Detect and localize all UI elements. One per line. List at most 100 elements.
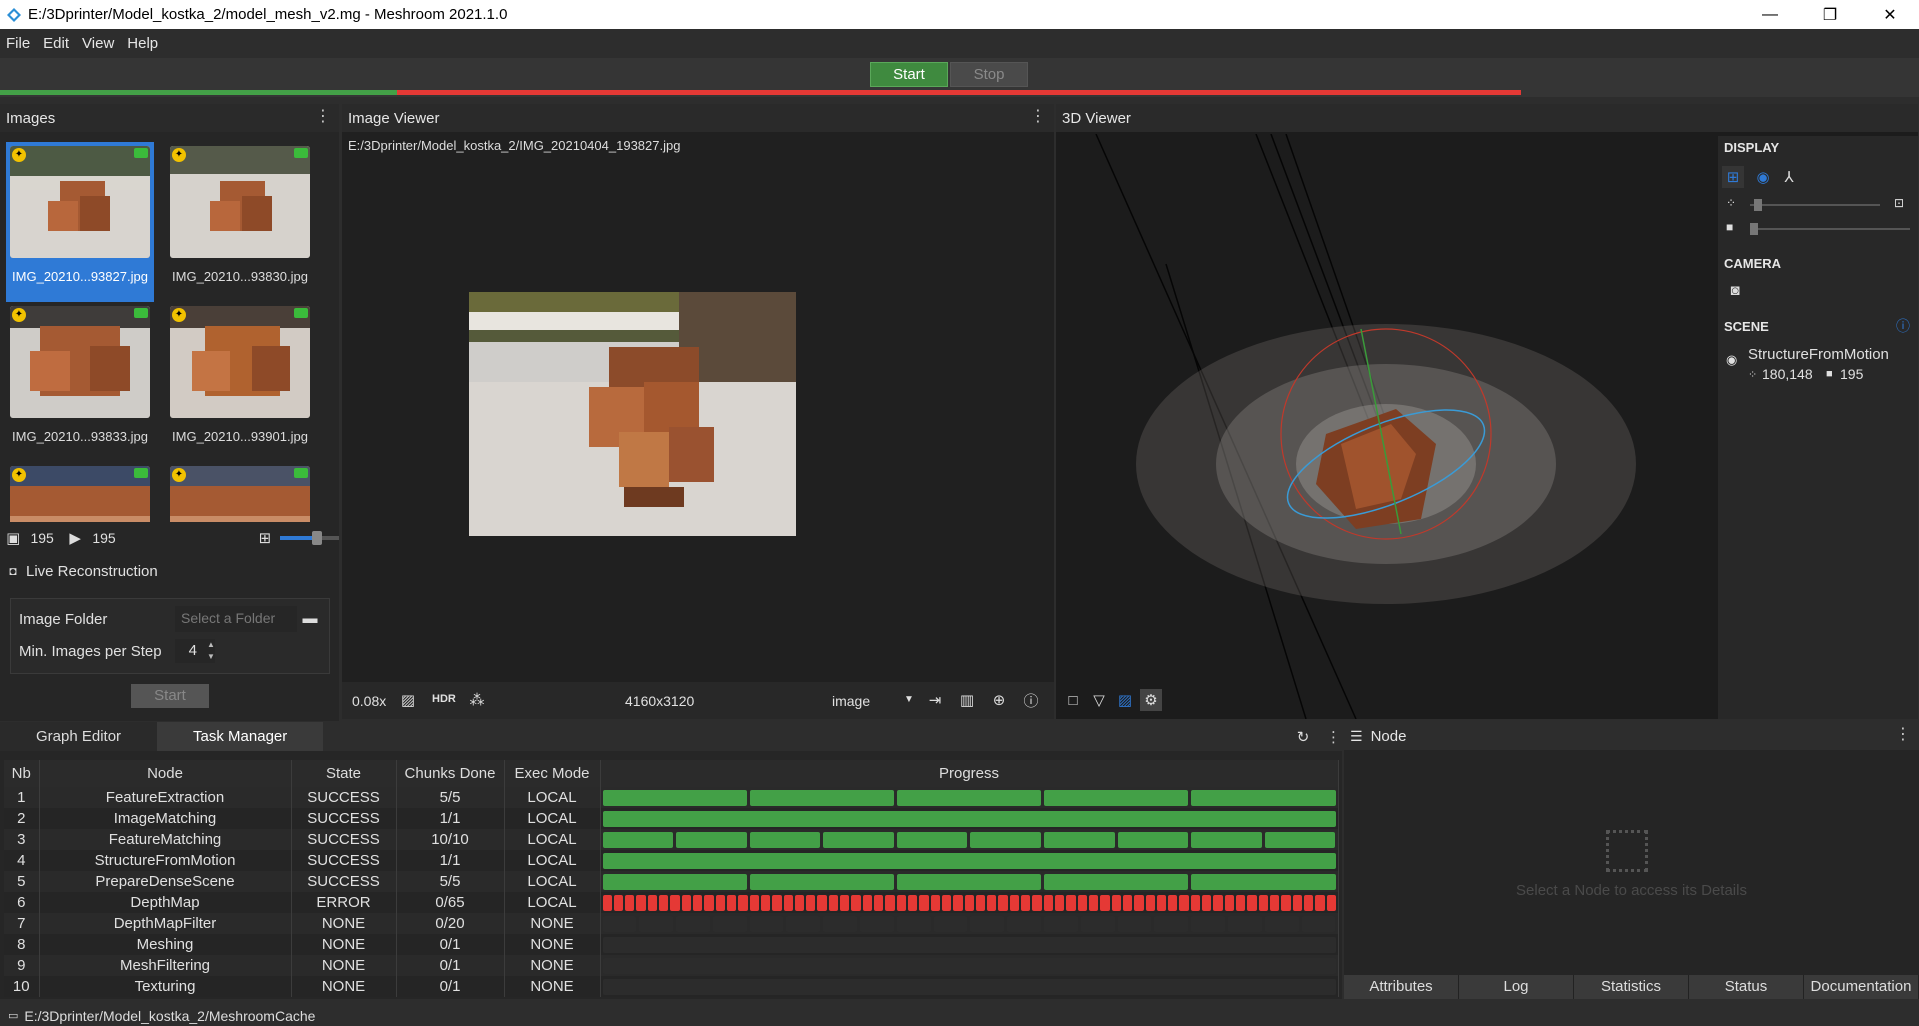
point-size-slider[interactable] <box>1750 199 1880 211</box>
export-icon[interactable]: ⇥ <box>924 689 946 711</box>
progress-chunk <box>1264 915 1299 932</box>
menu-file[interactable]: File <box>0 35 37 52</box>
progress-chunk <box>1191 789 1336 806</box>
histogram-icon[interactable]: ▥ <box>956 689 978 711</box>
progress-chunk <box>786 915 821 932</box>
refresh-icon[interactable]: ↻ <box>1292 726 1314 748</box>
scene-info-icon[interactable]: ⓘ <box>1896 316 1910 336</box>
table-row[interactable]: 10 Texturing NONE 0/1 NONE <box>4 976 1339 997</box>
progress-chunk <box>896 831 968 848</box>
stop-button[interactable]: Stop <box>950 62 1028 87</box>
image-thumbnail[interactable]: ✦ IMG_20210...93901.jpg <box>166 302 314 462</box>
start-button[interactable]: Start <box>870 62 948 87</box>
bounding-box-icon[interactable]: □ <box>1062 689 1084 711</box>
image-thumbnail[interactable]: ✦ <box>6 462 154 522</box>
chevron-down-icon[interactable]: ▼ <box>904 694 914 705</box>
minimize-button[interactable]: — <box>1740 0 1800 29</box>
axis-gizmo-icon[interactable]: ⅄ <box>1778 166 1800 188</box>
image-thumbnail[interactable]: ✦ IMG_20210...93827.jpg <box>6 142 154 302</box>
image-thumbnail[interactable]: ✦ <box>166 462 314 522</box>
image-viewer-header: Image Viewer <box>342 104 1054 132</box>
menu-help[interactable]: Help <box>121 35 165 52</box>
node-tabs: Attributes Log Statistics Status Documen… <box>1344 975 1919 999</box>
progress-chunk <box>772 894 782 911</box>
column-header: Progress <box>600 760 1339 787</box>
images-footer: ▣ 195 ▶ 195 ⊞ <box>0 526 339 550</box>
display-mode-select[interactable]: image <box>832 693 870 709</box>
cell-chunks: 5/5 <box>396 787 505 808</box>
table-row[interactable]: 4 StructureFromMotion SUCCESS 1/1 LOCAL <box>4 850 1339 871</box>
table-row[interactable]: 8 Meshing NONE 0/1 NONE <box>4 934 1339 955</box>
close-button[interactable]: ✕ <box>1860 0 1919 29</box>
camera-reconstructed-icon <box>294 148 308 158</box>
hdr-toggle[interactable]: HDR <box>432 693 456 705</box>
folder-icon[interactable]: ▬ <box>299 607 321 629</box>
menu-edit[interactable]: Edit <box>37 35 76 52</box>
image-viewer-menu-icon[interactable]: ⋮ <box>1030 109 1046 125</box>
image-thumbnail[interactable]: ✦ IMG_20210...93833.jpg <box>6 302 154 462</box>
grid-icon[interactable]: ▨ <box>1114 689 1136 711</box>
filter-icon[interactable]: ▽ <box>1088 689 1110 711</box>
node-placeholder-icon <box>1606 830 1648 872</box>
thumbnail-size-icon[interactable]: ⊞ <box>256 527 274 549</box>
table-row[interactable]: 2 ImageMatching SUCCESS 1/1 LOCAL <box>4 808 1339 829</box>
progress-chunk <box>933 915 968 932</box>
settings-gear-icon[interactable]: ⚙ <box>1140 689 1162 711</box>
images-menu-icon[interactable]: ⋮ <box>315 109 331 125</box>
target-icon[interactable]: ◉ <box>1752 166 1774 188</box>
tab-documentation[interactable]: Documentation <box>1804 975 1919 999</box>
camera-scale-slider[interactable] <box>1750 223 1910 235</box>
cell-chunks: 1/1 <box>396 850 505 871</box>
tab-status[interactable]: Status <box>1689 975 1804 999</box>
table-row[interactable]: 6 DepthMap ERROR 0/65 LOCAL <box>4 892 1339 913</box>
wireframe-icon[interactable]: ▨ <box>397 689 419 711</box>
info-icon[interactable]: ⓘ <box>1020 689 1042 711</box>
globe-icon[interactable]: ⊕ <box>988 689 1010 711</box>
tab-statistics[interactable]: Statistics <box>1574 975 1689 999</box>
tab-attributes[interactable]: Attributes <box>1344 975 1459 999</box>
fit-view-icon[interactable]: ⊡ <box>1894 196 1904 210</box>
progress-chunk <box>885 894 895 911</box>
table-row[interactable]: 5 PrepareDenseScene SUCCESS 5/5 LOCAL <box>4 871 1339 892</box>
live-start-button[interactable]: Start <box>131 684 209 708</box>
visibility-eye-icon[interactable]: ◉ <box>1726 352 1737 368</box>
camera-snapshot-icon[interactable]: ◙ <box>1724 279 1746 301</box>
cell-chunks: 5/5 <box>396 871 505 892</box>
cell-state: ERROR <box>291 892 397 913</box>
node-header: ☰ Node <box>1344 722 1919 750</box>
tab-task-manager[interactable]: Task Manager <box>157 722 324 751</box>
cell-chunks: 0/1 <box>396 955 505 976</box>
menu-view[interactable]: View <box>76 35 121 52</box>
table-row[interactable]: 7 DepthMapFilter NONE 0/20 NONE <box>4 913 1339 934</box>
table-row[interactable]: 3 FeatureMatching SUCCESS 10/10 LOCAL <box>4 829 1339 850</box>
progress-chunk <box>1191 873 1336 890</box>
table-row[interactable]: 1 FeatureExtraction SUCCESS 5/5 LOCAL <box>4 787 1339 808</box>
status-bar: ▭ E:/3Dprinter/Model_kostka_2/MeshroomCa… <box>0 1005 1919 1026</box>
tab-log[interactable]: Log <box>1459 975 1574 999</box>
scene-item-name[interactable]: StructureFromMotion <box>1748 346 1889 363</box>
task-manager-menu-icon[interactable]: ⋮ <box>1326 728 1341 746</box>
intrinsic-star-icon: ✦ <box>12 148 26 162</box>
thumbnail-overflow-row: ✦ ✦ <box>6 462 338 522</box>
cell-nb: 4 <box>4 850 40 871</box>
maximize-button[interactable]: ❐ <box>1800 0 1860 29</box>
tab-graph-editor[interactable]: Graph Editor <box>0 722 158 751</box>
image-folder-field[interactable]: Select a Folder <box>175 606 297 632</box>
thumbnail-size-slider[interactable] <box>280 531 339 545</box>
task-table: Nb Node State Chunks Done Exec Mode Prog… <box>4 760 1339 997</box>
cell-nb: 8 <box>4 934 40 955</box>
image-thumbnail[interactable]: ✦ IMG_20210...93830.jpg <box>166 142 314 302</box>
progress-chunk <box>1213 894 1223 911</box>
progress-chunk <box>1077 894 1087 911</box>
displayed-image[interactable] <box>469 292 796 536</box>
cell-mode: NONE <box>504 934 601 955</box>
node-menu-icon[interactable]: ⋮ <box>1895 727 1911 743</box>
stepper-arrows-icon[interactable]: ▲ ▼ <box>207 639 215 663</box>
camera-icon: ◘ <box>9 564 17 578</box>
3d-canvas[interactable] <box>1056 134 1716 719</box>
features-icon[interactable]: ⁂ <box>466 689 488 711</box>
grid-view-icon[interactable]: ⊞ <box>1722 166 1744 188</box>
progress-chunk <box>636 894 646 911</box>
table-row[interactable]: 9 MeshFiltering NONE 0/1 NONE <box>4 955 1339 976</box>
cell-node: DepthMapFilter <box>39 913 292 934</box>
